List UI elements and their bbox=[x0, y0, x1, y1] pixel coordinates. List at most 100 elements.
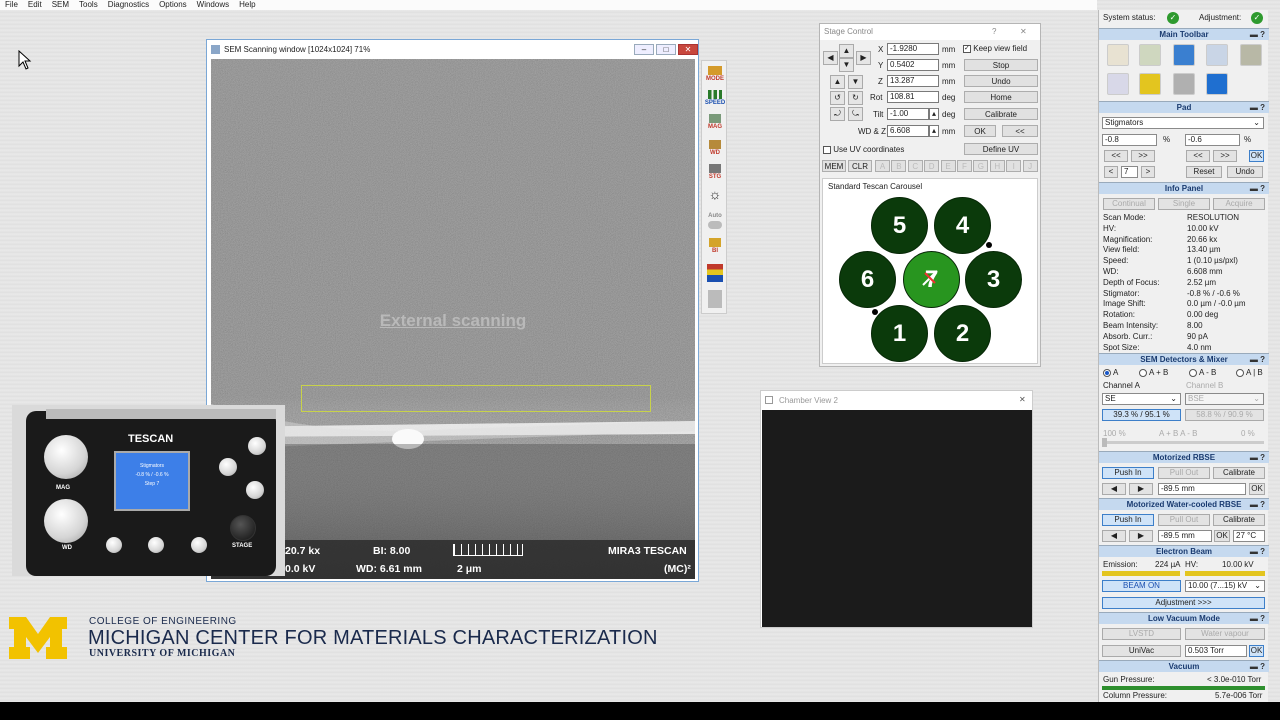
move-right-button[interactable]: ▶ bbox=[856, 51, 871, 65]
carousel-slot-2[interactable]: 2 bbox=[934, 305, 991, 362]
channel-a-level[interactable]: 39.3 % / 95.1 % bbox=[1102, 409, 1181, 421]
help-icon[interactable]: ? bbox=[992, 27, 996, 36]
pad-reset-button[interactable]: Reset bbox=[1186, 166, 1222, 178]
channel-b-select[interactable]: BSE ⌄ bbox=[1185, 393, 1264, 405]
move-left-button[interactable]: ◀ bbox=[823, 51, 838, 65]
x-input[interactable]: -1.9280 bbox=[887, 43, 939, 55]
menu-tools[interactable]: Tools bbox=[74, 0, 103, 10]
tilt-input[interactable]: -1.00 bbox=[887, 108, 929, 120]
wdz-spinner[interactable]: ▴ bbox=[929, 125, 939, 137]
wdz-input[interactable]: 6.608 bbox=[887, 125, 929, 137]
wdz-back-button[interactable]: << bbox=[1002, 125, 1038, 137]
lvstd-button[interactable]: LVSTD bbox=[1102, 628, 1181, 640]
gun-tool-icon[interactable] bbox=[1139, 44, 1161, 66]
position-button-h[interactable]: H bbox=[989, 160, 1005, 172]
minimize-button[interactable]: – bbox=[634, 44, 654, 55]
mag-button[interactable]: MAG bbox=[704, 113, 726, 135]
carousel-slot-1[interactable]: 1 bbox=[871, 305, 928, 362]
single-button[interactable]: Single bbox=[1158, 198, 1210, 210]
chart-tool-icon[interactable] bbox=[1206, 44, 1228, 66]
pad-mode-select[interactable]: Stigmators ⌄ bbox=[1102, 117, 1264, 129]
channel-b-level[interactable]: 58.8 % / 90.9 % bbox=[1185, 409, 1264, 421]
wc-calibrate-button[interactable]: Calibrate bbox=[1213, 514, 1265, 526]
y-input[interactable]: 0.5402 bbox=[887, 59, 939, 71]
rbse-left-button[interactable]: ◀ bbox=[1102, 483, 1126, 495]
brightness-button[interactable]: ☼ bbox=[704, 187, 726, 211]
section-controls[interactable]: ▬ ? bbox=[1250, 183, 1265, 195]
rbse-ok-button[interactable]: OK bbox=[1249, 483, 1265, 495]
home-button[interactable]: Home bbox=[964, 91, 1038, 103]
adjustment-button[interactable]: Adjustment >>> bbox=[1102, 597, 1265, 609]
tilt-left-button[interactable]: ⤾ bbox=[830, 107, 845, 121]
close-button[interactable]: ✕ bbox=[678, 44, 698, 55]
position-button-e[interactable]: E bbox=[940, 160, 956, 172]
stigmator-button[interactable] bbox=[704, 263, 726, 285]
menu-edit[interactable]: Edit bbox=[23, 0, 47, 10]
window-tool-icon[interactable] bbox=[1206, 73, 1228, 95]
beam-tool-icon[interactable] bbox=[1139, 73, 1161, 95]
pad-y-decrease-button[interactable]: << bbox=[1186, 150, 1210, 162]
beam-on-button[interactable]: BEAM ON bbox=[1102, 580, 1181, 592]
radio-a-plus-b[interactable]: A + B bbox=[1139, 368, 1168, 378]
pressure-ok-button[interactable]: OK bbox=[1249, 645, 1264, 657]
stage-button[interactable]: STG bbox=[704, 163, 726, 185]
chamber-titlebar[interactable]: Chamber View 2 ✕ bbox=[761, 391, 1032, 410]
univac-button[interactable]: UniVac bbox=[1102, 645, 1181, 657]
menu-file[interactable]: File bbox=[0, 0, 23, 10]
calibrate-button[interactable]: Calibrate bbox=[964, 108, 1038, 120]
menu-options[interactable]: Options bbox=[154, 0, 192, 10]
position-button-i[interactable]: I bbox=[1006, 160, 1022, 172]
z-down-button[interactable]: ▼ bbox=[848, 75, 863, 89]
wc-position-input[interactable]: -89.5 mm bbox=[1158, 530, 1212, 542]
stage-tool-icon[interactable] bbox=[1240, 44, 1262, 66]
pad-y-input[interactable]: -0.6 bbox=[1185, 134, 1240, 146]
stage-titlebar[interactable]: Stage Control ? ✕ bbox=[820, 24, 1040, 40]
section-controls[interactable]: ▬ ? bbox=[1250, 661, 1265, 673]
move-up-button[interactable]: ▲ bbox=[839, 44, 854, 58]
rotate-cw-button[interactable]: ↻ bbox=[848, 91, 863, 105]
z-up-button[interactable]: ▲ bbox=[830, 75, 845, 89]
rot-input[interactable]: 108.81 bbox=[887, 91, 939, 103]
clr-button[interactable]: CLR bbox=[848, 160, 872, 172]
close-icon[interactable]: ✕ bbox=[1019, 395, 1026, 404]
position-button-c[interactable]: C bbox=[907, 160, 923, 172]
step-increase-button[interactable]: > bbox=[1141, 166, 1155, 178]
auto-button[interactable]: Auto bbox=[704, 211, 726, 233]
mix-slider-handle[interactable] bbox=[1102, 438, 1107, 447]
rbse-push-in-button[interactable]: Push In bbox=[1102, 467, 1154, 479]
water-vapour-button[interactable]: Water vapour bbox=[1185, 628, 1265, 640]
pad-undo-button[interactable]: Undo bbox=[1227, 166, 1263, 178]
camera-tool-icon[interactable] bbox=[1173, 73, 1195, 95]
menu-sem[interactable]: SEM bbox=[47, 0, 74, 10]
mem-button[interactable]: MEM bbox=[822, 160, 846, 172]
section-controls[interactable]: ▬ ? bbox=[1250, 546, 1265, 558]
position-button-f[interactable]: F bbox=[957, 160, 972, 172]
carousel-slot-6[interactable]: 6 bbox=[839, 251, 896, 308]
shape-button[interactable] bbox=[704, 289, 726, 311]
message-tool-icon[interactable] bbox=[1173, 44, 1195, 66]
rbse-calibrate-button[interactable]: Calibrate bbox=[1213, 467, 1265, 479]
define-uv-button[interactable]: Define UV bbox=[964, 143, 1038, 155]
hand-tool-icon[interactable] bbox=[1107, 44, 1129, 66]
selection-rectangle[interactable] bbox=[301, 385, 651, 412]
align-tool-icon[interactable] bbox=[1107, 73, 1129, 95]
wc-push-in-button[interactable]: Push In bbox=[1102, 514, 1154, 526]
stop-button[interactable]: Stop bbox=[964, 59, 1038, 71]
position-button-b[interactable]: B bbox=[891, 160, 907, 172]
continual-button[interactable]: Continual bbox=[1103, 198, 1155, 210]
wc-pull-out-button[interactable]: Pull Out bbox=[1158, 514, 1210, 526]
menu-help[interactable]: Help bbox=[234, 0, 260, 10]
position-button-d[interactable]: D bbox=[924, 160, 940, 172]
hv-select[interactable]: 10.00 (7...15) kV ⌄ bbox=[1185, 580, 1265, 592]
bi-button[interactable]: BI bbox=[704, 237, 726, 259]
carousel-slot-5[interactable]: 5 bbox=[871, 197, 928, 254]
section-controls[interactable]: ▬ ? bbox=[1250, 102, 1265, 114]
sem-window-titlebar[interactable]: SEM Scanning window [1024x1024] 71% – □ … bbox=[207, 40, 698, 59]
section-controls[interactable]: ▬ ? bbox=[1250, 452, 1265, 464]
mix-slider[interactable] bbox=[1102, 441, 1264, 444]
pad-ok-button[interactable]: OK bbox=[1249, 150, 1264, 162]
acquire-button[interactable]: Acquire bbox=[1213, 198, 1265, 210]
step-decrease-button[interactable]: < bbox=[1104, 166, 1118, 178]
position-button-j[interactable]: J bbox=[1022, 160, 1038, 172]
position-button-g[interactable]: G bbox=[973, 160, 989, 172]
